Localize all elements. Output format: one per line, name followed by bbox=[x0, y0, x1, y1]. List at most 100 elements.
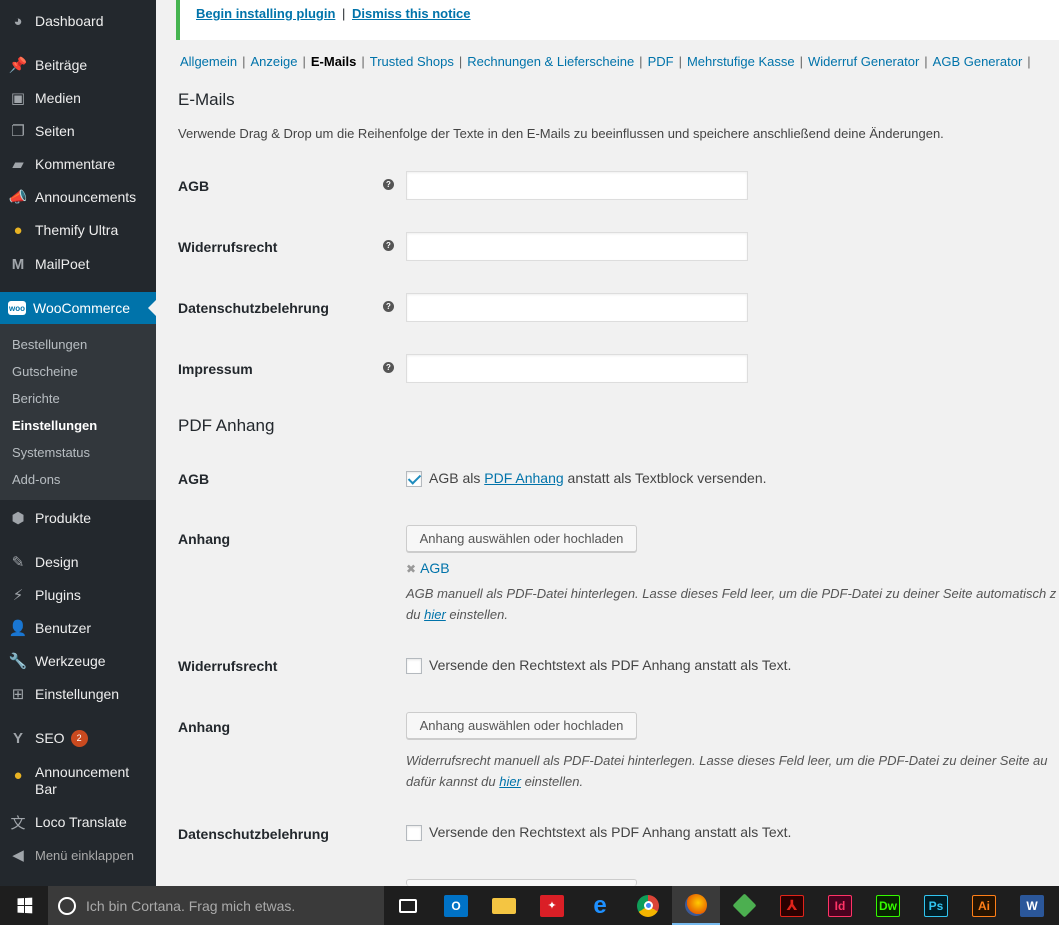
tab-widerruf-generator[interactable]: Widerruf Generator bbox=[808, 54, 919, 69]
tab-allgemein[interactable]: Allgemein bbox=[180, 54, 237, 69]
menu-collapse[interactable]: ◀ Menü einklappen bbox=[0, 839, 156, 871]
submenu-gutscheine[interactable]: Gutscheine bbox=[12, 364, 78, 379]
hier-link[interactable]: hier bbox=[499, 774, 521, 789]
cortana-search[interactable]: Ich bin Cortana. Frag mich etwas. bbox=[48, 886, 384, 925]
emails-heading: E-Mails bbox=[178, 90, 235, 109]
agb-attachment-link[interactable]: AGB bbox=[420, 560, 450, 576]
windows-taskbar: Ich bin Cortana. Frag mich etwas. O ✦ e … bbox=[0, 886, 1059, 925]
dismiss-notice-link[interactable]: Dismiss this notice bbox=[352, 6, 470, 21]
tab-separator: | bbox=[458, 54, 463, 69]
dreamweaver-icon: Dw bbox=[876, 894, 900, 917]
firefox-button[interactable] bbox=[672, 886, 720, 925]
desc-text: einstellen. bbox=[524, 774, 584, 789]
chrome-button[interactable] bbox=[624, 886, 672, 925]
menu-design[interactable]: ✎ Design bbox=[0, 546, 156, 578]
datenschutz-page-select[interactable] bbox=[406, 293, 748, 322]
mailpoet-icon: M bbox=[11, 255, 25, 273]
menu-seiten[interactable]: ❐ Seiten bbox=[0, 115, 156, 147]
task-view-button[interactable] bbox=[384, 886, 432, 925]
outlook-button[interactable]: O bbox=[432, 886, 480, 925]
photoshop-button[interactable]: Ps bbox=[912, 886, 960, 925]
submenu-systemstatus[interactable]: Systemstatus bbox=[12, 445, 90, 460]
indesign-button[interactable]: Id bbox=[816, 886, 864, 925]
menu-themify[interactable]: ● Themify Ultra bbox=[0, 214, 156, 246]
explorer-button[interactable] bbox=[480, 886, 528, 925]
menu-loco[interactable]: 文 Loco Translate bbox=[0, 806, 156, 838]
menu-label: Dashboard bbox=[35, 13, 104, 29]
tab-rechnungen[interactable]: Rechnungen & Lieferscheine bbox=[467, 54, 634, 69]
acrobat-button[interactable]: ⅄ bbox=[768, 886, 816, 925]
dreamweaver-button[interactable]: Dw bbox=[864, 886, 912, 925]
help-icon[interactable]: ? bbox=[383, 362, 394, 373]
pdf-label-datenschutz: Datenschutzbelehrung bbox=[178, 826, 329, 842]
submenu-addons[interactable]: Add-ons bbox=[12, 472, 60, 487]
tab-pdf[interactable]: PDF bbox=[648, 54, 674, 69]
box-icon: ⬢ bbox=[11, 510, 25, 527]
widerruf-page-select[interactable] bbox=[406, 232, 748, 261]
illustrator-button[interactable]: Ai bbox=[960, 886, 1008, 925]
agb-pdf-checkbox[interactable] bbox=[406, 471, 422, 487]
tab-separator: | bbox=[799, 54, 804, 69]
datenschutz-pdf-checkbox[interactable] bbox=[406, 825, 422, 841]
edge-button[interactable]: e bbox=[576, 886, 624, 925]
desc-line-2: du hier einstellen. bbox=[406, 604, 1059, 625]
plug-icon: ⚡ bbox=[12, 587, 24, 604]
announcement-bar-icon: ● bbox=[13, 766, 23, 784]
menu-label-line2: Bar bbox=[35, 781, 57, 797]
creative-cloud-button[interactable]: ✦ bbox=[528, 886, 576, 925]
menu-benutzer[interactable]: 👤 Benutzer bbox=[0, 612, 156, 644]
menu-produkte[interactable]: ⬢ Produkte bbox=[0, 502, 156, 534]
begin-install-link[interactable]: Begin installing plugin bbox=[196, 6, 335, 21]
tab-agb-generator[interactable]: AGB Generator bbox=[933, 54, 1023, 69]
agb-page-select[interactable] bbox=[406, 171, 748, 200]
agb-upload-button[interactable]: Anhang auswählen oder hochladen bbox=[406, 525, 637, 552]
menu-seo[interactable]: Y SEO 2 bbox=[0, 722, 156, 754]
datenschutz-upload-button[interactable] bbox=[406, 879, 637, 886]
menu-label: Announcement Bar bbox=[35, 764, 129, 798]
widerruf-upload-button[interactable]: Anhang auswählen oder hochladen bbox=[406, 712, 637, 739]
menu-werkzeuge[interactable]: 🔧 Werkzeuge bbox=[0, 645, 156, 677]
menu-plugins[interactable]: ⚡ Plugins bbox=[0, 579, 156, 611]
start-button[interactable] bbox=[0, 886, 48, 925]
pdf-heading: PDF Anhang bbox=[178, 416, 275, 435]
submenu-einstellungen[interactable]: Einstellungen bbox=[12, 418, 97, 433]
pdf-label-anhang-2: Anhang bbox=[178, 719, 231, 735]
help-icon[interactable]: ? bbox=[383, 179, 394, 190]
menu-beitraege[interactable]: 📌 Beiträge bbox=[0, 49, 156, 81]
tab-mehrstufige-kasse[interactable]: Mehrstufige Kasse bbox=[687, 54, 795, 69]
widerruf-pdf-checkbox[interactable] bbox=[406, 658, 422, 674]
tab-trusted-shops[interactable]: Trusted Shops bbox=[370, 54, 454, 69]
admin-sidebar: ◕ Dashboard 📌 Beiträge ▣ Medien ❐ Seiten… bbox=[0, 0, 156, 886]
settings-subnav: Allgemein | Anzeige | E-Mails | Trusted Shops |… bbox=[180, 54, 1036, 69]
word-button[interactable]: W bbox=[1008, 886, 1056, 925]
themify-icon: ● bbox=[13, 221, 23, 239]
help-icon[interactable]: ? bbox=[383, 301, 394, 312]
datenschutz-pdf-checkbox-label: Versende den Rechtstext als PDF Anhang a… bbox=[429, 824, 792, 840]
megaphone-icon: 📣 bbox=[8, 189, 28, 206]
submenu-bestellungen[interactable]: Bestellungen bbox=[12, 337, 87, 352]
submenu-berichte[interactable]: Berichte bbox=[12, 391, 60, 406]
notice-links: Begin installing plugin | Dismiss this n… bbox=[196, 6, 471, 21]
menu-mailpoet[interactable]: M MailPoet bbox=[0, 248, 156, 280]
collapse-arrow-icon: ◀ bbox=[12, 847, 24, 864]
windows-logo-icon bbox=[17, 897, 32, 914]
app-green-button[interactable] bbox=[720, 886, 768, 925]
brush-icon: ✎ bbox=[11, 554, 25, 571]
menu-medien[interactable]: ▣ Medien bbox=[0, 82, 156, 114]
menu-label: Werkzeuge bbox=[35, 653, 106, 669]
tab-anzeige[interactable]: Anzeige bbox=[250, 54, 297, 69]
menu-einstellungen[interactable]: ⊞ Einstellungen bbox=[0, 678, 156, 710]
remove-attachment-icon[interactable]: ✖ bbox=[406, 562, 416, 576]
pdf-anhang-link[interactable]: PDF Anhang bbox=[484, 470, 563, 486]
impressum-page-select[interactable] bbox=[406, 354, 748, 383]
tab-separator: | bbox=[1027, 54, 1031, 69]
menu-announcement-bar[interactable]: ● Announcement Bar bbox=[0, 762, 156, 802]
menu-woocommerce[interactable]: woo WooCommerce bbox=[0, 292, 156, 324]
menu-kommentare[interactable]: ▰ Kommentare bbox=[0, 148, 156, 180]
help-icon[interactable]: ? bbox=[383, 240, 394, 251]
menu-dashboard[interactable]: ◕ Dashboard bbox=[0, 5, 156, 37]
hier-link[interactable]: hier bbox=[424, 607, 446, 622]
pdf-label-anhang: Anhang bbox=[178, 531, 231, 547]
tab-emails[interactable]: E-Mails bbox=[311, 54, 357, 69]
menu-announcements[interactable]: 📣 Announcements bbox=[0, 181, 156, 213]
